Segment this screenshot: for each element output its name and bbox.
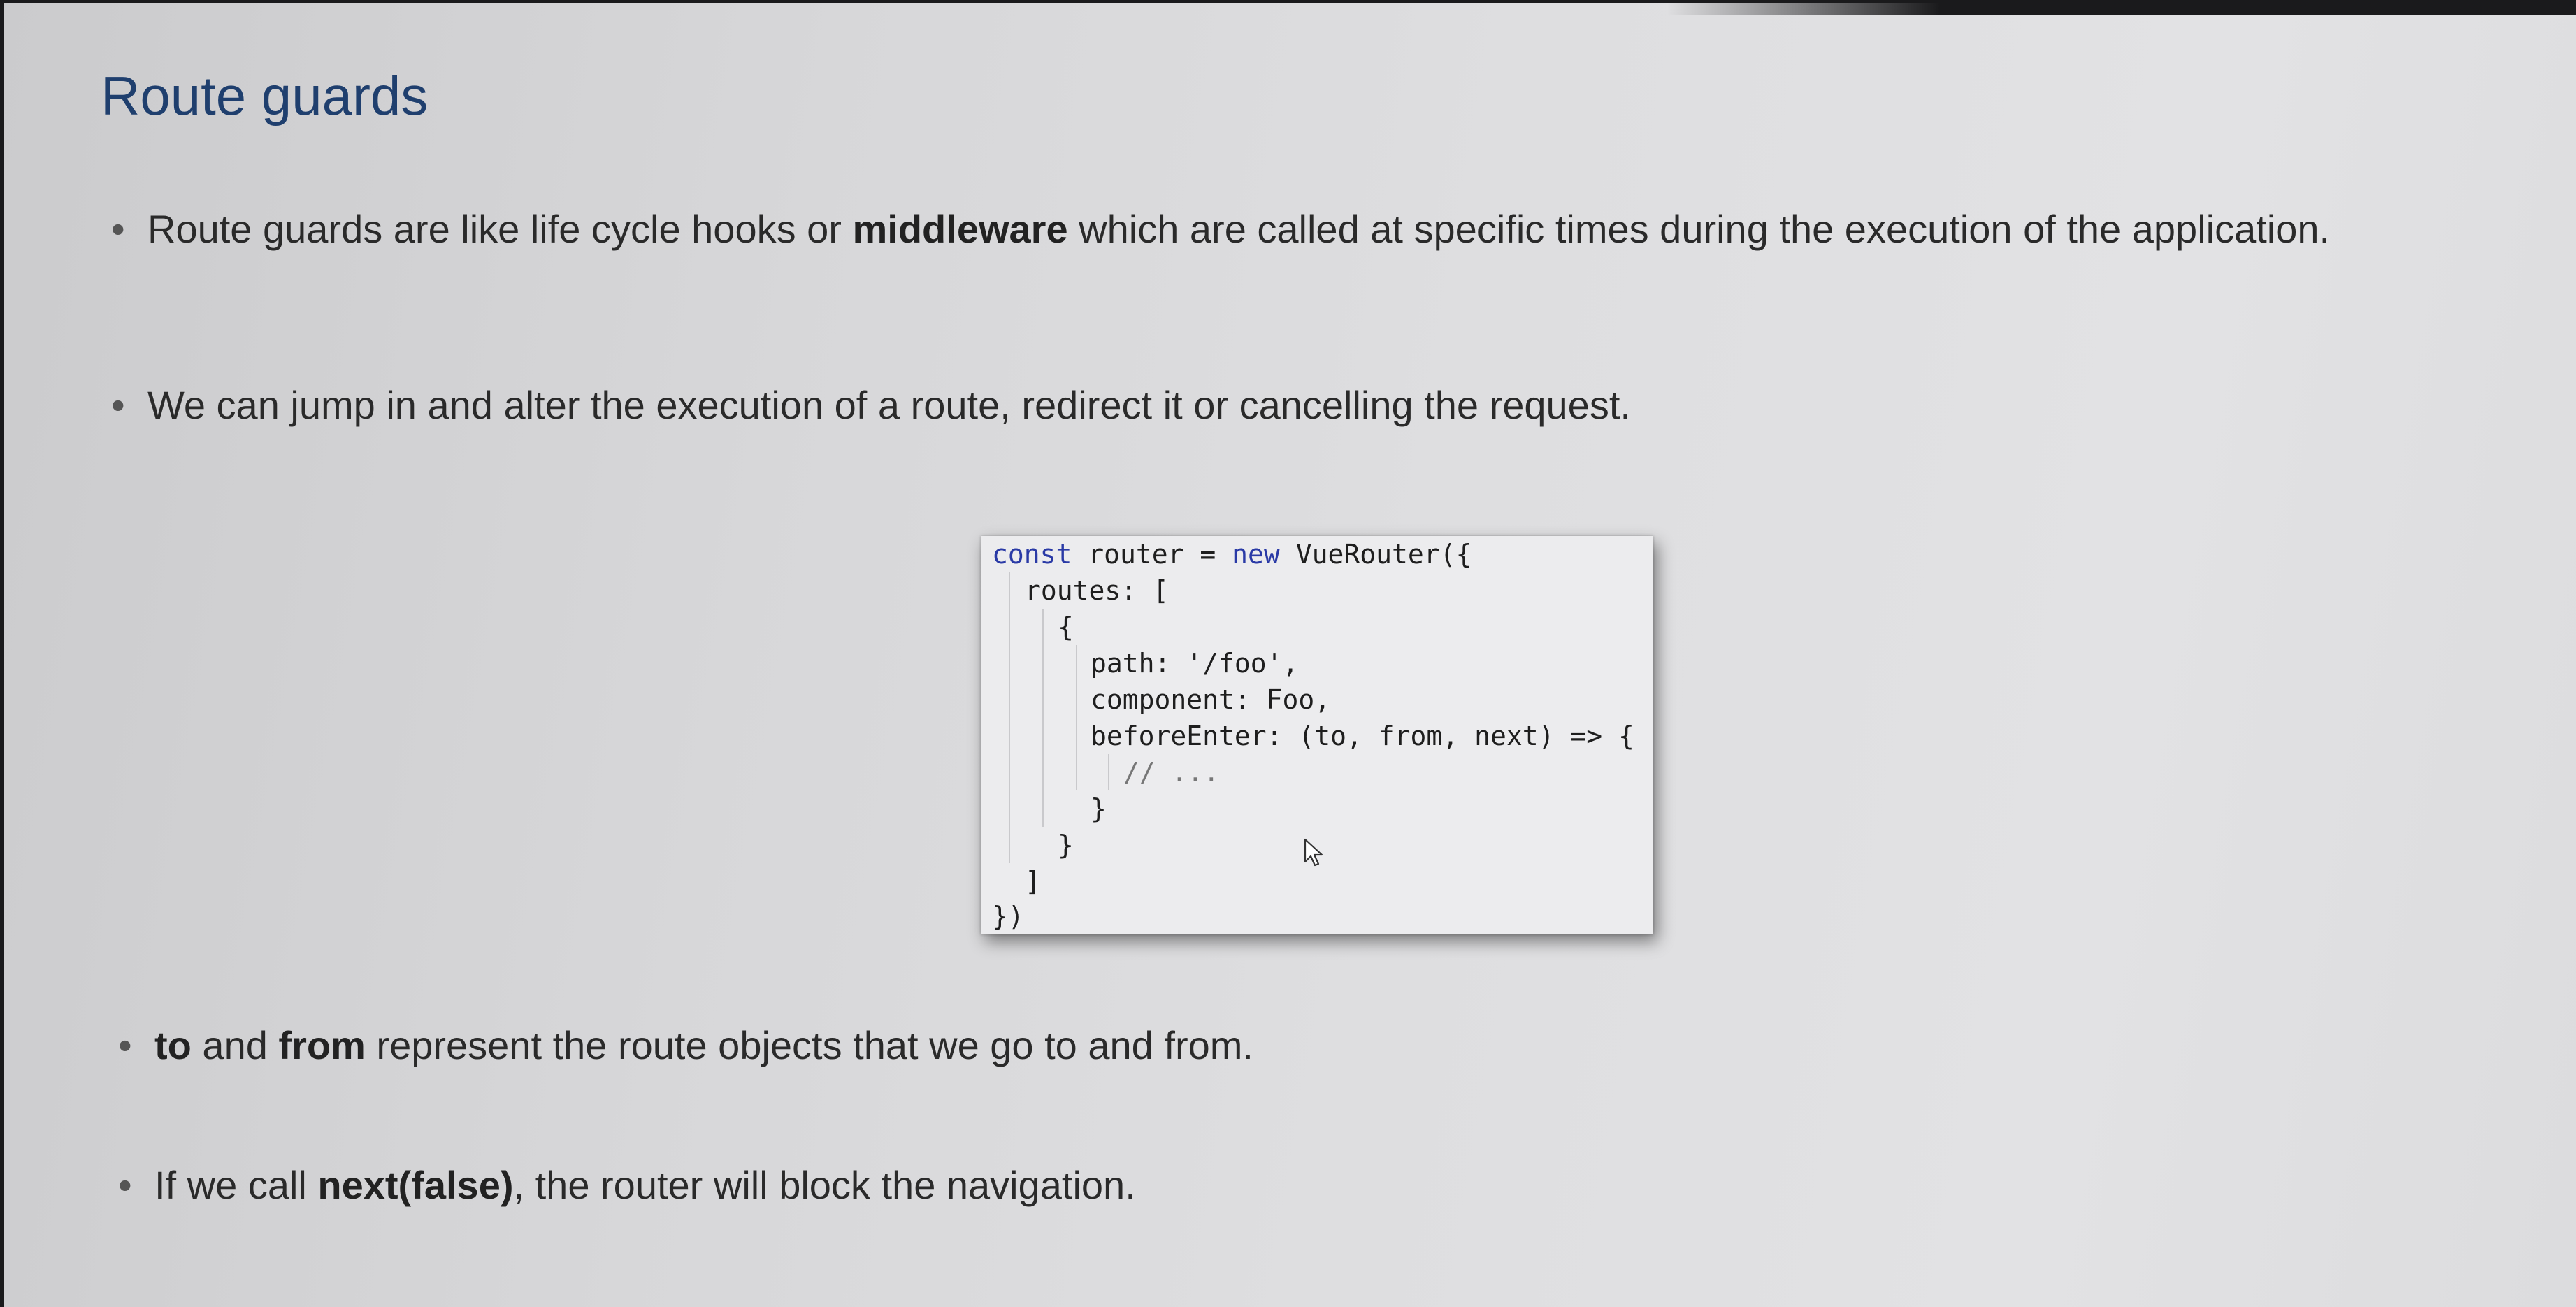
- bullet-dot: •: [111, 383, 125, 427]
- mouse-pointer-icon: [1304, 838, 1323, 867]
- bullet-bold-term: to: [154, 1023, 192, 1067]
- code-line: path: '/foo',: [1091, 648, 1299, 679]
- bullet-text: , the router will block the navigation.: [513, 1163, 1136, 1207]
- code-line: component: Foo,: [1091, 684, 1331, 715]
- bullet-text: and: [191, 1023, 279, 1067]
- code-snippet: const router = new VueRouter({ routes: […: [981, 536, 1653, 934]
- code-line: routes: [: [1025, 575, 1169, 606]
- bullet-text: Route guards are like life cycle hooks o…: [147, 207, 853, 251]
- bullet-text: which are called at specific times durin…: [1067, 207, 2331, 251]
- code-text: router =: [1072, 539, 1232, 570]
- code-keyword: new: [1232, 539, 1280, 570]
- bullet-dot: •: [118, 1163, 132, 1207]
- code-comment: // ...: [1123, 757, 1220, 788]
- bullet-dot: •: [118, 1023, 132, 1067]
- code-line: const router = new VueRouter({: [992, 536, 1472, 572]
- indent-guide: [1076, 645, 1077, 790]
- code-line: {: [1058, 612, 1074, 642]
- bullet-bold-term: next(false): [317, 1163, 514, 1207]
- bullet-bold-term: middleware: [852, 207, 1068, 251]
- code-keyword: const: [992, 539, 1072, 570]
- code-line: beforeEnter: (to, from, next) => {: [1091, 721, 1634, 751]
- slide: Route guards • Route guards are like lif…: [4, 3, 2576, 1307]
- code-line: }): [992, 901, 1024, 932]
- bullet-alter-execution: • We can jump in and alter the execution…: [111, 380, 2384, 431]
- code-line: ]: [1025, 866, 1041, 897]
- indent-guide: [1042, 609, 1044, 827]
- bullet-to-from: • to and from represent the route object…: [118, 1020, 1253, 1071]
- code-text: VueRouter({: [1279, 539, 1472, 570]
- bullet-text: If we call: [154, 1163, 318, 1207]
- code-line: }: [1058, 830, 1074, 860]
- slide-title: Route guards: [101, 65, 429, 127]
- bullet-dot: •: [111, 207, 125, 251]
- bullet-text: We can jump in and alter the execution o…: [147, 383, 1631, 427]
- bullet-text: represent the route objects that we go t…: [365, 1023, 1253, 1067]
- code-line: }: [1091, 793, 1107, 824]
- bullet-route-guards-definition: • Route guards are like life cycle hooks…: [111, 204, 2370, 254]
- bullet-bold-term: from: [278, 1023, 366, 1067]
- indent-guide: [1108, 754, 1109, 790]
- bullet-next-false: • If we call next(false), the router wil…: [118, 1160, 1136, 1211]
- indent-guide: [1009, 572, 1010, 863]
- screen-bezel-edge: [1667, 3, 2576, 15]
